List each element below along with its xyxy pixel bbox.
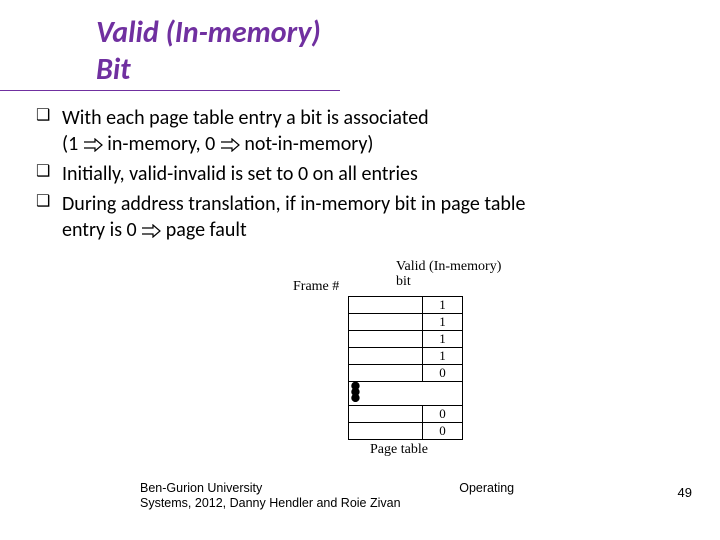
table-row: 0 xyxy=(349,423,463,440)
frame-cell xyxy=(349,297,423,314)
implies-arrow-icon xyxy=(220,138,240,152)
bullet-2-text: Initially, valid-invalid is set to 0 on … xyxy=(62,162,418,186)
valid-cell: 1 xyxy=(423,297,463,314)
bullet-1: With each page table entry a bit is asso… xyxy=(36,105,684,157)
bullet-3: During address translation, if in-memory… xyxy=(36,191,684,243)
footer-line1-right: Operating xyxy=(459,481,514,495)
table-row: 1 xyxy=(349,348,463,365)
valid-bit-label-line2: bit xyxy=(396,274,411,289)
bullet-1-sub-post: not-in-memory) xyxy=(244,132,373,156)
frame-cell xyxy=(349,348,423,365)
footer-line2: Systems, 2012, Danny Hendler and Roie Zi… xyxy=(140,496,401,510)
valid-cell: 1 xyxy=(423,331,463,348)
bullet-1-sub-mid: in-memory, 0 xyxy=(107,132,220,156)
bullet-3-text-b-pre: entry is 0 xyxy=(62,218,141,242)
vertical-ellipsis-icon: ●●● xyxy=(350,382,359,400)
ellipsis-row xyxy=(349,382,463,406)
footer-line1-left: Ben-Gurion University xyxy=(140,481,262,495)
footer-attribution: Ben-Gurion University Operating Systems,… xyxy=(140,481,560,510)
valid-cell: 0 xyxy=(423,423,463,440)
bullet-3-text-b-post: page fault xyxy=(166,218,247,242)
implies-arrow-icon xyxy=(141,224,161,238)
page-number: 49 xyxy=(678,485,692,500)
slide-title: Valid (In-memory) Bit xyxy=(0,0,340,91)
frame-cell xyxy=(349,406,423,423)
valid-cell: 1 xyxy=(423,314,463,331)
ellipsis-cell xyxy=(349,382,463,406)
table-row: 1 xyxy=(349,331,463,348)
page-table: 1 1 1 1 0 0 0 xyxy=(348,296,463,440)
valid-bit-label-line1: Valid (In-memory) xyxy=(396,259,501,274)
frame-cell xyxy=(349,423,423,440)
frame-cell xyxy=(349,314,423,331)
table-row: 1 xyxy=(349,297,463,314)
table-row: 1 xyxy=(349,314,463,331)
table-row: 0 xyxy=(349,365,463,382)
bullet-3-text-a: During address translation, if in-memory… xyxy=(62,192,525,216)
frame-cell xyxy=(349,331,423,348)
bullet-1-text: With each page table entry a bit is asso… xyxy=(62,106,429,130)
frame-cell xyxy=(349,365,423,382)
bullet-1-sub-pre: (1 xyxy=(62,132,83,156)
valid-cell: 0 xyxy=(423,365,463,382)
valid-bit-label: Valid (In-memory) bit xyxy=(396,260,526,289)
table-row: 0 xyxy=(349,406,463,423)
valid-cell: 0 xyxy=(423,406,463,423)
frame-number-label: Frame # xyxy=(293,280,339,295)
bullet-2: Initially, valid-invalid is set to 0 on … xyxy=(36,161,684,187)
page-table-caption: Page table xyxy=(370,442,428,458)
valid-cell: 1 xyxy=(423,348,463,365)
bullet-list: With each page table entry a bit is asso… xyxy=(0,91,720,243)
implies-arrow-icon xyxy=(83,138,103,152)
